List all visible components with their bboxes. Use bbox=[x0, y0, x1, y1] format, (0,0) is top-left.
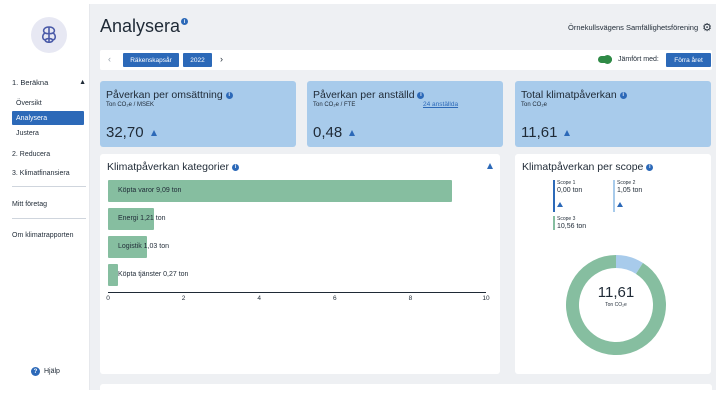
donut-total-unit: Ton CO₂e bbox=[605, 302, 627, 308]
nav-item-analysera[interactable]: Analysera bbox=[12, 111, 84, 125]
info-icon[interactable]: i bbox=[181, 18, 189, 25]
scope-card: Klimatpåverkan per scope i Scope 1 0,00 … bbox=[515, 154, 711, 374]
sidebar-divider bbox=[12, 218, 86, 219]
help-link[interactable]: ? Hjälp bbox=[31, 367, 60, 376]
trend-up-icon bbox=[564, 129, 571, 136]
trend-up-icon bbox=[487, 163, 493, 169]
x-tick-label: 0 bbox=[106, 295, 110, 302]
nav-section-berakna[interactable]: 1. Beräkna ▲ bbox=[12, 75, 86, 89]
filter-bar: ‹ Räkenskapsår 2022 › Jämfört med: Förra… bbox=[100, 50, 712, 70]
category-bar-label: Logistik 1,03 ton bbox=[118, 243, 169, 250]
trend-up-icon bbox=[349, 129, 356, 136]
trend-up-icon bbox=[150, 129, 157, 136]
kpi-title: Påverkan per omsättning i bbox=[106, 89, 233, 101]
x-tick-label: 10 bbox=[482, 295, 490, 302]
kpi-value: 32,70 bbox=[106, 124, 157, 141]
x-tick-label: 4 bbox=[257, 295, 261, 302]
kpi-title-text: Påverkan per anställd bbox=[313, 89, 415, 101]
period-type-button[interactable]: Räkenskapsår bbox=[123, 53, 179, 67]
kpi-card-employee: Påverkan per anställd i Ton CO₂e / FTE 2… bbox=[307, 81, 503, 147]
employees-link[interactable]: 24 anställda bbox=[423, 101, 458, 108]
kpi-value-text: 32,70 bbox=[106, 124, 144, 141]
kpi-title-text: Total klimatpåverkan bbox=[521, 89, 617, 101]
category-bar[interactable] bbox=[108, 264, 119, 286]
sidebar: 1. Beräkna ▲ Översikt Analysera Justera … bbox=[4, 4, 90, 390]
category-bar-label: Köpta varor 9,09 ton bbox=[118, 187, 182, 194]
nav-item-om-klimatrapporten[interactable]: Om klimatrapporten bbox=[12, 228, 88, 242]
page-title: Analysera i bbox=[100, 16, 189, 37]
x-tick-label: 6 bbox=[332, 295, 337, 302]
kpi-unit: Ton CO₂e / MSEK bbox=[106, 102, 155, 108]
donut-center: 11,61 Ton CO₂e bbox=[586, 284, 646, 308]
category-bar-label: Köpta tjänster 0,27 ton bbox=[118, 271, 189, 278]
chevron-left-icon[interactable]: ‹ bbox=[108, 54, 111, 64]
kpi-unit: Ton CO₂e bbox=[521, 102, 548, 108]
organization-name: Örnekullsvägens Samfällighetsförening bbox=[568, 23, 699, 32]
year-button[interactable]: 2022 bbox=[183, 53, 212, 67]
scope-donut-chart bbox=[566, 255, 666, 355]
nav-item-oversikt[interactable]: Översikt bbox=[12, 96, 84, 110]
categories-title-text: Klimatpåverkan kategorier bbox=[107, 161, 229, 173]
nav-item-justera[interactable]: Justera bbox=[12, 126, 84, 140]
sidebar-divider bbox=[12, 186, 86, 187]
app-logo[interactable] bbox=[31, 17, 67, 53]
logo-icon bbox=[41, 26, 57, 44]
category-bar-label: Energi 1,21 ton bbox=[118, 215, 166, 222]
nav-section-label: 1. Beräkna bbox=[12, 77, 49, 87]
nav-section-klimatfinansiera[interactable]: 3. Klimatfinansiera bbox=[12, 166, 88, 180]
kpi-title: Total klimatpåverkan i bbox=[521, 89, 627, 101]
kpi-value-text: 0,48 bbox=[313, 124, 343, 141]
chevron-up-icon: ▲ bbox=[79, 78, 86, 86]
help-label: Hjälp bbox=[44, 368, 60, 375]
x-tick-label: 8 bbox=[408, 295, 413, 302]
page-title-text: Analysera bbox=[100, 16, 181, 36]
info-icon[interactable]: i bbox=[619, 91, 627, 99]
info-icon[interactable]: i bbox=[225, 91, 233, 99]
nav-item-mitt-foretag[interactable]: Mitt företag bbox=[12, 197, 88, 211]
x-tick-label: 2 bbox=[181, 295, 186, 302]
kpi-value: 11,61 bbox=[521, 124, 571, 141]
kpi-value-text: 11,61 bbox=[521, 124, 558, 141]
chevron-right-icon[interactable]: › bbox=[220, 54, 223, 64]
kpi-card-total: Total klimatpåverkan i Ton CO₂e 11,61 bbox=[515, 81, 711, 147]
gear-icon[interactable]: ⚙ bbox=[702, 21, 712, 34]
main-content: Analysera i Örnekullsvägens Samfällighets… bbox=[90, 4, 716, 394]
info-icon[interactable]: i bbox=[231, 163, 239, 171]
bottom-card bbox=[100, 384, 712, 394]
categories-card: Klimatpåverkan kategorier i Köpta varor … bbox=[100, 154, 500, 374]
compare-toggle[interactable] bbox=[598, 55, 612, 64]
compare-label: Jämfört med: bbox=[618, 56, 659, 63]
donut-total-value: 11,61 bbox=[597, 284, 635, 301]
kpi-card-revenue: Påverkan per omsättning i Ton CO₂e / MSE… bbox=[100, 81, 296, 147]
categories-title: Klimatpåverkan kategorier i bbox=[107, 161, 239, 173]
kpi-unit: Ton CO₂e / FTE bbox=[313, 102, 356, 108]
kpi-value: 0,48 bbox=[313, 124, 356, 141]
info-icon[interactable]: i bbox=[417, 91, 425, 99]
kpi-title-text: Påverkan per omsättning bbox=[106, 89, 223, 101]
kpi-title: Påverkan per anställd i bbox=[313, 89, 425, 101]
organization-selector[interactable]: Örnekullsvägens Samfällighetsförening ⚙ bbox=[568, 21, 712, 34]
nav-section-reducera[interactable]: 2. Reducera bbox=[12, 147, 88, 161]
x-axis-line bbox=[108, 292, 486, 293]
help-icon: ? bbox=[31, 367, 40, 376]
compare-period-button[interactable]: Förra året bbox=[666, 53, 711, 67]
